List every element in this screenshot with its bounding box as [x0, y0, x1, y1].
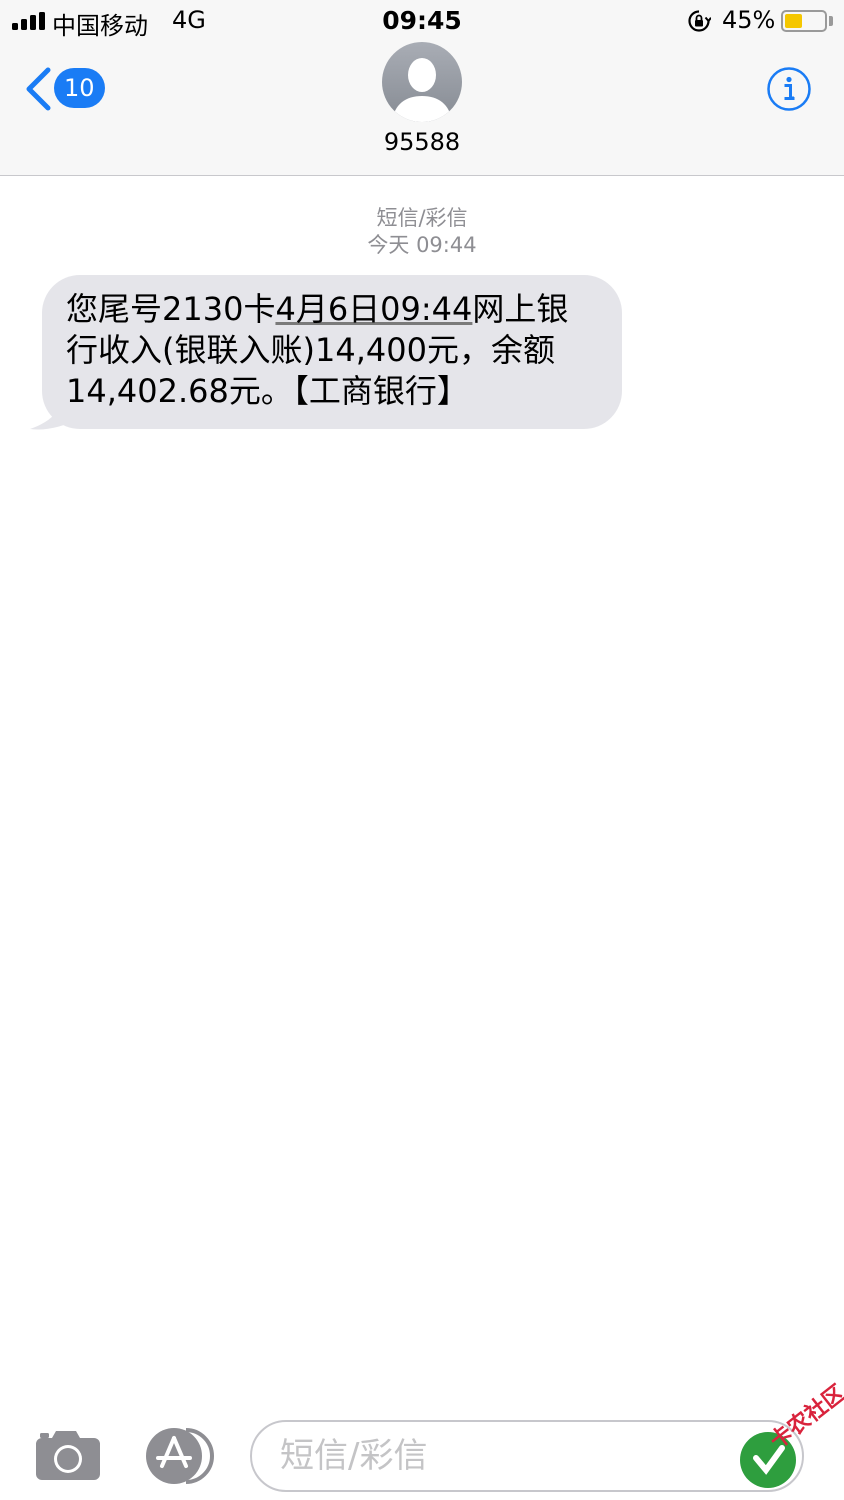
app-store-button[interactable]	[142, 1426, 216, 1486]
message-text-part2: 网上银	[472, 290, 569, 328]
navigation-header: 中国移动 4G 09:45 45% 10 95588	[0, 0, 844, 176]
back-button[interactable]: 10	[22, 66, 112, 112]
battery-icon	[781, 10, 827, 32]
message-date-link[interactable]: 4月6日09:44	[275, 290, 472, 328]
message-text-line2: 行收入(银联入账)14,400元，余额	[66, 331, 555, 369]
contact-name[interactable]: 95588	[0, 128, 844, 156]
message-service-label: 短信/彩信	[376, 206, 468, 230]
status-time: 09:45	[382, 6, 462, 35]
info-button[interactable]	[766, 66, 812, 112]
person-silhouette-icon	[392, 58, 452, 122]
battery-level-fill	[785, 14, 803, 28]
info-icon	[767, 67, 811, 111]
camera-icon	[36, 1431, 100, 1480]
chevron-left-icon	[26, 67, 51, 111]
battery-tip	[829, 16, 833, 26]
battery-percentage: 45%	[722, 6, 776, 34]
incoming-message-bubble[interactable]: 您尾号2130卡4月6日09:44网上银 行收入(银联入账)14,400元，余额…	[42, 275, 622, 429]
message-text-part1: 您尾号2130卡	[66, 290, 276, 328]
status-bar: 中国移动 4G 09:45 45%	[0, 0, 844, 44]
orientation-lock-icon	[688, 10, 711, 32]
message-bubble-container: 您尾号2130卡4月6日09:44网上银 行收入(银联入账)14,400元，余额…	[30, 275, 630, 435]
camera-button[interactable]	[34, 1428, 102, 1482]
unread-count-badge: 10	[54, 68, 105, 108]
app-store-icon	[146, 1428, 214, 1484]
message-text-line3: 14,402.68元。【工商银行】	[66, 372, 469, 410]
message-input[interactable]: 短信/彩信	[250, 1420, 804, 1492]
message-timestamp: 今天 09:44	[367, 233, 477, 257]
contact-avatar[interactable]	[382, 42, 462, 122]
